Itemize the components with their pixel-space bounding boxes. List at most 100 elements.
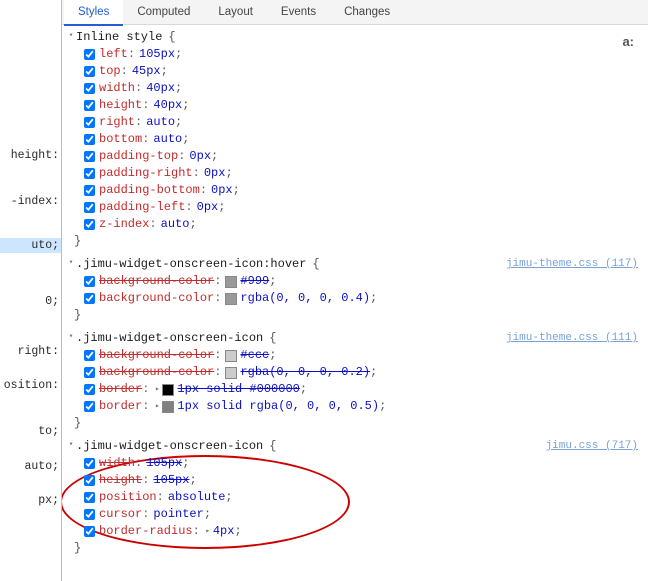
css-declaration[interactable]: cursor: pointer; — [66, 506, 638, 523]
toggle-declaration-checkbox[interactable] — [84, 134, 95, 145]
value-expander-icon[interactable]: ▸ — [153, 398, 161, 415]
css-value[interactable]: 0px — [211, 182, 233, 199]
toggle-declaration-checkbox[interactable] — [84, 151, 95, 162]
css-property[interactable]: height — [99, 97, 142, 114]
css-declaration[interactable]: border: ▸1px solid #000000; — [66, 381, 638, 398]
css-source-link[interactable]: jimu.css (717) — [546, 438, 638, 455]
css-property[interactable]: background-color — [99, 273, 214, 290]
toggle-declaration-checkbox[interactable] — [84, 202, 95, 213]
css-declaration[interactable]: left: 105px; — [66, 46, 638, 63]
toggle-declaration-checkbox[interactable] — [84, 49, 95, 60]
tab-computed[interactable]: Computed — [123, 0, 204, 24]
css-value[interactable]: auto — [153, 131, 182, 148]
css-property[interactable]: border — [99, 381, 142, 398]
css-value[interactable]: 105px — [153, 472, 189, 489]
css-property[interactable]: bottom — [99, 131, 142, 148]
css-property[interactable]: right — [99, 114, 135, 131]
toggle-declaration-checkbox[interactable] — [84, 219, 95, 230]
css-value[interactable]: 1px solid #000000 — [177, 381, 299, 398]
color-swatch[interactable] — [225, 276, 237, 288]
tab-styles[interactable]: Styles — [64, 0, 123, 26]
css-value[interactable]: 105px — [139, 46, 175, 63]
toggle-declaration-checkbox[interactable] — [84, 384, 95, 395]
css-value[interactable]: 40px — [153, 97, 182, 114]
css-property[interactable]: cursor — [99, 506, 142, 523]
css-value[interactable]: 1px solid rgba(0, 0, 0, 0.5) — [177, 398, 379, 415]
color-swatch[interactable] — [225, 350, 237, 362]
css-declaration[interactable]: width: 40px; — [66, 80, 638, 97]
css-selector[interactable]: .jimu-widget-onscreen-icon — [76, 438, 263, 455]
toggle-declaration-checkbox[interactable] — [84, 117, 95, 128]
expand-twisty-icon[interactable]: ▾ — [66, 28, 76, 45]
css-property[interactable]: padding-left — [99, 199, 185, 216]
toggle-declaration-checkbox[interactable] — [84, 350, 95, 361]
css-property[interactable]: padding-right — [99, 165, 193, 182]
css-property[interactable]: background-color — [99, 347, 214, 364]
toggle-declaration-checkbox[interactable] — [84, 401, 95, 412]
css-declaration[interactable]: background-color: rgba(0, 0, 0, 0.4); — [66, 290, 638, 307]
css-value[interactable]: 0px — [189, 148, 211, 165]
css-declaration[interactable]: width: 105px; — [66, 455, 638, 472]
css-property[interactable]: background-color — [99, 364, 214, 381]
value-expander-icon[interactable]: ▸ — [204, 523, 212, 540]
css-declaration[interactable]: padding-left: 0px; — [66, 199, 638, 216]
color-swatch[interactable] — [162, 384, 174, 396]
css-selector-line[interactable]: ▾Inline style{ — [66, 29, 638, 46]
css-declaration[interactable]: padding-bottom: 0px; — [66, 182, 638, 199]
css-declaration[interactable]: z-index: auto; — [66, 216, 638, 233]
css-declaration[interactable]: bottom: auto; — [66, 131, 638, 148]
toggle-declaration-checkbox[interactable] — [84, 185, 95, 196]
css-value[interactable]: auto — [161, 216, 190, 233]
css-source-link[interactable]: jimu-theme.css (111) — [506, 330, 638, 347]
css-declaration[interactable]: height: 105px; — [66, 472, 638, 489]
css-source-link[interactable]: jimu-theme.css (117) — [506, 256, 638, 273]
toggle-declaration-checkbox[interactable] — [84, 66, 95, 77]
value-expander-icon[interactable]: ▸ — [153, 381, 161, 398]
css-property[interactable]: border — [99, 398, 142, 415]
css-value[interactable]: #ccc — [240, 347, 269, 364]
css-property[interactable]: width — [99, 80, 135, 97]
css-value[interactable]: auto — [146, 114, 175, 131]
css-declaration[interactable]: right: auto; — [66, 114, 638, 131]
css-selector[interactable]: .jimu-widget-onscreen-icon:hover — [76, 256, 306, 273]
tab-events[interactable]: Events — [267, 0, 330, 24]
css-value[interactable]: 40px — [146, 80, 175, 97]
css-value[interactable]: 105px — [146, 455, 182, 472]
css-property[interactable]: position — [99, 489, 157, 506]
css-value[interactable]: rgba(0, 0, 0, 0.4) — [240, 290, 370, 307]
css-selector[interactable]: Inline style — [76, 29, 162, 46]
expand-twisty-icon[interactable]: ▾ — [66, 329, 76, 346]
css-property[interactable]: background-color — [99, 290, 214, 307]
css-property[interactable]: left — [99, 46, 128, 63]
css-value[interactable]: 0px — [204, 165, 226, 182]
tab-layout[interactable]: Layout — [204, 0, 267, 24]
css-declaration[interactable]: border: ▸1px solid rgba(0, 0, 0, 0.5); — [66, 398, 638, 415]
css-declaration[interactable]: background-color: #999; — [66, 273, 638, 290]
toggle-declaration-checkbox[interactable] — [84, 367, 95, 378]
css-declaration[interactable]: height: 40px; — [66, 97, 638, 114]
color-swatch[interactable] — [225, 293, 237, 305]
toggle-declaration-checkbox[interactable] — [84, 526, 95, 537]
toggle-declaration-checkbox[interactable] — [84, 492, 95, 503]
css-value[interactable]: 0px — [197, 199, 219, 216]
toggle-declaration-checkbox[interactable] — [84, 509, 95, 520]
css-property[interactable]: height — [99, 472, 142, 489]
css-property[interactable]: z-index — [99, 216, 149, 233]
toggle-declaration-checkbox[interactable] — [84, 293, 95, 304]
css-value[interactable]: 4px — [213, 523, 235, 540]
toggle-declaration-checkbox[interactable] — [84, 168, 95, 179]
css-property[interactable]: padding-top — [99, 148, 178, 165]
expand-twisty-icon[interactable]: ▾ — [66, 437, 76, 454]
toggle-declaration-checkbox[interactable] — [84, 276, 95, 287]
toggle-declaration-checkbox[interactable] — [84, 100, 95, 111]
css-declaration[interactable]: background-color: #ccc; — [66, 347, 638, 364]
css-declaration[interactable]: border-radius: ▸4px; — [66, 523, 638, 540]
css-property[interactable]: padding-bottom — [99, 182, 200, 199]
toggle-declaration-checkbox[interactable] — [84, 475, 95, 486]
css-property[interactable]: border-radius — [99, 523, 193, 540]
color-swatch[interactable] — [225, 367, 237, 379]
css-declaration[interactable]: background-color: rgba(0, 0, 0, 0.2); — [66, 364, 638, 381]
css-declaration[interactable]: top: 45px; — [66, 63, 638, 80]
css-value[interactable]: #999 — [240, 273, 269, 290]
css-value[interactable]: rgba(0, 0, 0, 0.2) — [240, 364, 370, 381]
